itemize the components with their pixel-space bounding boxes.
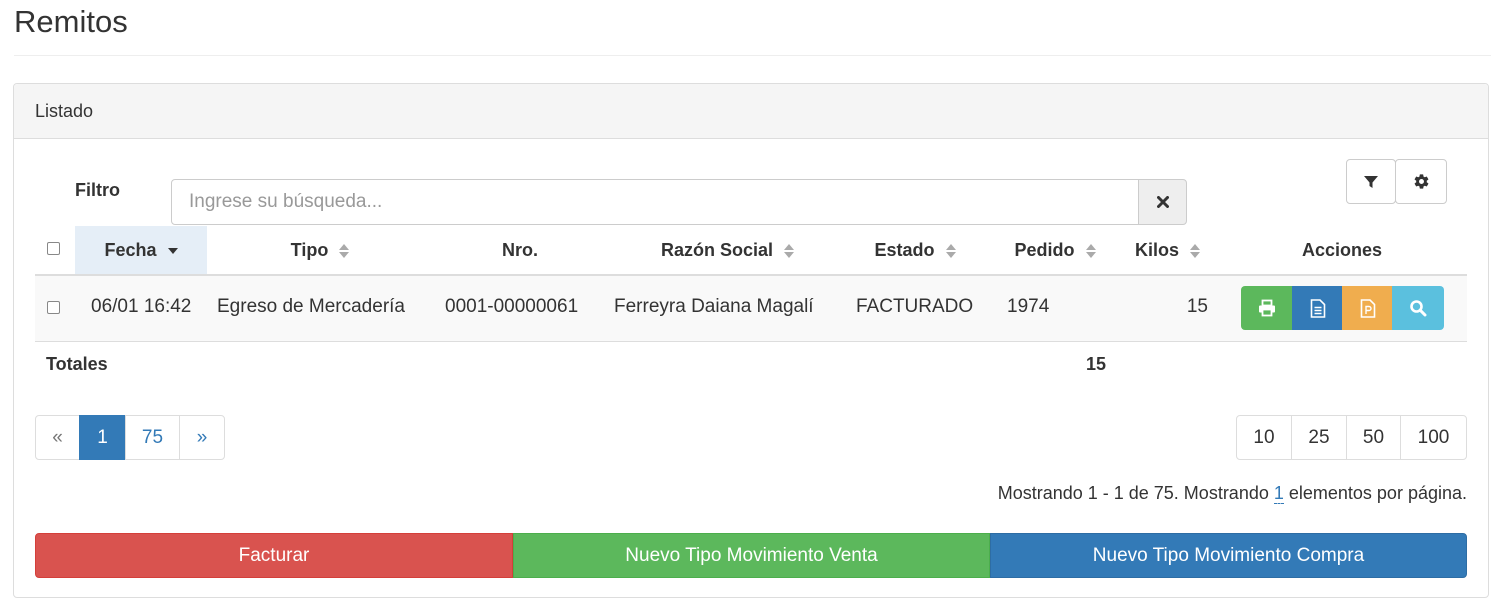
sort-icon bbox=[1085, 244, 1096, 259]
nuevo-tipo-movimiento-compra-button[interactable]: Nuevo Tipo Movimiento Compra bbox=[990, 533, 1467, 578]
filter-label: Filtro bbox=[75, 180, 120, 200]
pagination: « 1 75 » bbox=[35, 415, 225, 460]
sort-desc-icon bbox=[167, 248, 178, 255]
select-all-checkbox[interactable] bbox=[47, 242, 60, 255]
column-label: Estado bbox=[874, 240, 935, 260]
column-header-estado[interactable]: Estado bbox=[860, 226, 970, 274]
page-size-option[interactable]: 100 bbox=[1400, 415, 1467, 460]
panel-heading: Listado bbox=[14, 84, 1488, 139]
page-size-option[interactable]: 50 bbox=[1346, 415, 1401, 460]
pagination-page[interactable]: 1 bbox=[79, 415, 126, 460]
totals-label: Totales bbox=[46, 354, 108, 374]
cell-tipo: Egreso de Mercadería bbox=[217, 296, 405, 317]
page-size-option[interactable]: 10 bbox=[1236, 415, 1292, 460]
search-icon bbox=[1410, 300, 1427, 317]
filter-toggle-button[interactable] bbox=[1346, 159, 1396, 204]
page-title: Remitos bbox=[14, 4, 128, 39]
clear-search-button[interactable] bbox=[1138, 179, 1187, 225]
column-header-nro: Nro. bbox=[470, 226, 570, 274]
print-button[interactable] bbox=[1241, 286, 1293, 330]
status-prefix: Mostrando 1 - 1 de 75. Mostrando bbox=[997, 483, 1274, 503]
pdf-document-icon bbox=[1360, 298, 1375, 318]
gear-icon bbox=[1414, 174, 1428, 189]
sort-icon bbox=[1190, 244, 1201, 259]
column-label: Acciones bbox=[1301, 240, 1383, 260]
column-label: Fecha bbox=[104, 240, 157, 260]
page-size-selector: 10 25 50 100 bbox=[1236, 415, 1467, 460]
detail-button[interactable] bbox=[1392, 286, 1444, 330]
facturar-button[interactable]: Facturar bbox=[35, 533, 513, 578]
column-header-tipo[interactable]: Tipo bbox=[250, 226, 390, 274]
search-group bbox=[171, 179, 1187, 225]
page-size-option[interactable]: 25 bbox=[1291, 415, 1347, 460]
column-label: Razón Social bbox=[660, 240, 773, 260]
row-checkbox[interactable] bbox=[47, 301, 60, 314]
cell-nro: 0001-00000061 bbox=[445, 296, 579, 317]
status-suffix: elementos por página. bbox=[1283, 483, 1467, 503]
column-label: Kilos bbox=[1134, 240, 1179, 260]
close-icon bbox=[1156, 196, 1169, 208]
document-icon bbox=[1310, 298, 1325, 318]
nuevo-tipo-movimiento-venta-button[interactable]: Nuevo Tipo Movimiento Venta bbox=[513, 533, 990, 578]
column-label: Pedido bbox=[1014, 240, 1075, 260]
column-label: Tipo bbox=[290, 240, 329, 260]
totals-kilos: 15 bbox=[1086, 354, 1107, 374]
cell-pedido: 1974 bbox=[1007, 296, 1050, 317]
sort-icon bbox=[945, 244, 956, 259]
column-header-pedido[interactable]: Pedido bbox=[1000, 226, 1110, 274]
pagination-page[interactable]: 75 bbox=[125, 415, 180, 460]
pagination-next[interactable]: » bbox=[179, 415, 225, 460]
sort-icon bbox=[784, 244, 795, 259]
view-document-button[interactable] bbox=[1292, 286, 1343, 330]
sort-icon bbox=[339, 244, 350, 259]
pagination-status: Mostrando 1 - 1 de 75. Mostrando 1 eleme… bbox=[998, 483, 1467, 504]
search-input[interactable] bbox=[171, 179, 1139, 225]
cell-kilos: 15 bbox=[1186, 296, 1208, 317]
cell-estado: FACTURADO bbox=[856, 296, 974, 317]
column-label: Nro. bbox=[502, 240, 538, 260]
cell-razon-social: Ferreyra Daiana Magalí bbox=[614, 296, 814, 317]
pdf-button[interactable] bbox=[1342, 286, 1393, 330]
per-page-link[interactable]: 1 bbox=[1273, 483, 1284, 504]
pagination-prev[interactable]: « bbox=[35, 415, 80, 460]
column-header-razon-social[interactable]: Razón Social bbox=[640, 226, 815, 274]
cell-fecha: 06/01 16:42 bbox=[91, 296, 192, 317]
column-header-acciones: Acciones bbox=[1272, 226, 1412, 274]
title-divider bbox=[14, 55, 1491, 56]
print-icon bbox=[1259, 299, 1275, 317]
column-header-fecha[interactable]: Fecha bbox=[75, 226, 207, 274]
column-header-kilos[interactable]: Kilos bbox=[1125, 226, 1210, 274]
settings-button[interactable] bbox=[1395, 159, 1447, 204]
filter-icon bbox=[1364, 175, 1378, 188]
